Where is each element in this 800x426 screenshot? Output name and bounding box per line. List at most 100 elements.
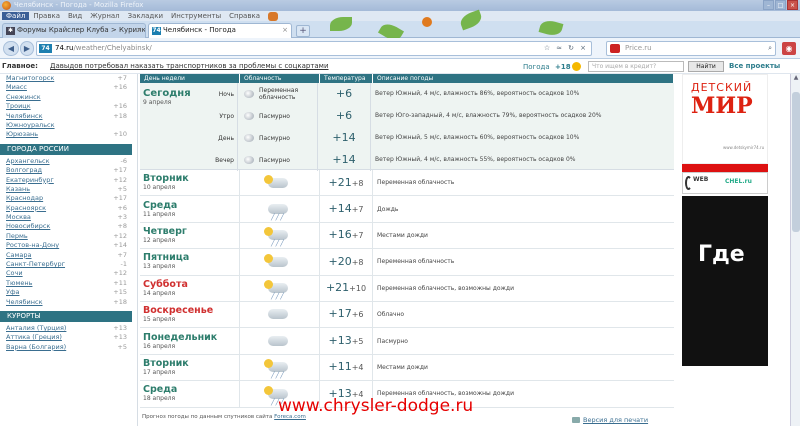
menu-file[interactable]: Файл — [2, 12, 30, 20]
city-item[interactable]: Ростов-на-Дону +14 — [0, 241, 132, 250]
city-item[interactable]: Троицк +16 — [0, 102, 132, 111]
rain-icon: ╱╱╱ — [268, 203, 288, 221]
search-engine-icon[interactable] — [610, 44, 620, 53]
scrollbar-thumb[interactable] — [792, 92, 800, 232]
city-name[interactable]: Красноярск — [6, 204, 46, 213]
city-name[interactable]: Москва — [6, 213, 31, 222]
forward-button[interactable]: ▶ — [20, 41, 34, 56]
city-item[interactable]: Пермь +12 — [0, 232, 132, 241]
city-item[interactable]: Магнитогорск +7 — [0, 74, 132, 83]
tab-weather[interactable]: 74 Челябинск - Погода × — [148, 23, 292, 38]
city-name[interactable]: Волгоград — [6, 166, 42, 175]
city-name[interactable]: Самара — [6, 251, 32, 260]
cloud-icon — [244, 156, 254, 164]
search-icon[interactable]: ⌕ — [768, 42, 772, 55]
menu-help[interactable]: Справка — [225, 12, 264, 20]
city-item[interactable]: Миасс +16 — [0, 83, 132, 92]
site-search-input[interactable]: Что ищем в кредит? — [588, 61, 684, 72]
city-item[interactable]: Санкт-Петербург -1 — [0, 260, 132, 269]
city-name[interactable]: Сочи — [6, 269, 23, 278]
city-name[interactable]: Казань — [6, 185, 30, 194]
city-item[interactable]: Челябинск +18 — [0, 112, 132, 121]
black-banner[interactable]: Где — [682, 196, 768, 366]
tab-close-icon[interactable]: × — [282, 24, 288, 37]
city-item[interactable]: Уфа +15 — [0, 288, 132, 297]
city-item[interactable]: Снежинск — [0, 93, 132, 102]
url-bar[interactable]: 74 74.ru/weather/Chelyabinsk/ ☆ ≈ ↻ × — [36, 41, 592, 56]
news-headline-link[interactable]: Давыдов потребовал наказать транспортник… — [50, 59, 329, 74]
find-button[interactable]: Найти — [688, 61, 724, 72]
city-item[interactable]: Юрюзань +10 — [0, 130, 132, 139]
city-name[interactable]: Новосибирск — [6, 222, 50, 231]
print-version-link[interactable]: Версия для печати — [583, 416, 648, 424]
day-name: Воскресенье — [143, 305, 214, 317]
city-name[interactable]: Екатеринбург — [6, 176, 54, 185]
city-item[interactable]: Москва +3 — [0, 213, 132, 222]
menu-bookmarks[interactable]: Закладки — [124, 12, 167, 20]
city-item[interactable]: Челябинск +18 — [0, 298, 132, 307]
city-item[interactable]: Варна (Болгария) +5 — [0, 343, 132, 352]
new-tab-button[interactable]: + — [296, 25, 310, 37]
bookmark-star-icon[interactable]: ☆ — [542, 43, 552, 54]
city-name[interactable]: Троицк — [6, 102, 31, 111]
today-part-row: Вечер Пасмурно +14 Ветер Южный, 4 м/с, влаж… — [140, 149, 674, 171]
city-name[interactable]: Ростов-на-Дону — [6, 241, 59, 250]
city-name[interactable]: Варна (Болгария) — [6, 343, 66, 352]
city-item[interactable]: Красноярск +6 — [0, 204, 132, 213]
city-item[interactable]: Южноуральск — [0, 121, 132, 130]
close-window-button[interactable]: × — [787, 0, 798, 10]
city-name[interactable]: Снежинск — [6, 93, 41, 102]
city-item[interactable]: Казань +5 — [0, 185, 132, 194]
menu-history[interactable]: Журнал — [86, 12, 123, 20]
menu-tools[interactable]: Инструменты — [167, 12, 225, 20]
back-button[interactable]: ◀ — [3, 41, 19, 56]
city-name[interactable]: Краснодар — [6, 194, 43, 203]
city-name[interactable]: Магнитогорск — [6, 74, 54, 83]
city-item[interactable]: Сочи +12 — [0, 269, 132, 278]
city-name[interactable]: Южноуральск — [6, 121, 55, 130]
all-projects-link[interactable]: Все проекты — [729, 59, 780, 74]
city-item[interactable]: Тюмень +11 — [0, 279, 132, 288]
webchel-banner[interactable]: WEB CHEL.ru — [682, 172, 768, 194]
city-name[interactable]: Пермь — [6, 232, 28, 241]
city-name[interactable]: Челябинск — [6, 112, 43, 121]
day-desc: Местами дожди — [377, 363, 428, 371]
city-name[interactable]: Анталия (Турция) — [6, 324, 66, 333]
city-name[interactable]: Челябинск — [6, 298, 43, 307]
reload-icon[interactable]: ↻ — [566, 43, 576, 54]
weather-link[interactable]: Погода — [523, 60, 550, 75]
city-name[interactable]: Тюмень — [6, 279, 32, 288]
tab-close-icon[interactable]: × — [136, 24, 142, 37]
city-item[interactable]: Анталия (Турция) +13 — [0, 324, 132, 333]
city-name[interactable]: Уфа — [6, 288, 20, 297]
detsky-mir-banner[interactable]: ДЕТСКИЙ МИР www.detskymir74.ru — [682, 74, 768, 164]
owl-icon — [268, 12, 278, 21]
menu-view[interactable]: Вид — [64, 12, 86, 20]
maximize-button[interactable]: □ — [775, 0, 786, 10]
city-item[interactable]: Краснодар +17 — [0, 194, 132, 203]
feed-icon[interactable]: ≈ — [554, 43, 564, 54]
city-name[interactable]: Аттика (Греция) — [6, 333, 62, 342]
menu-edit[interactable]: Правка — [29, 12, 64, 20]
search-box[interactable]: Price.ru ⌕ — [606, 41, 776, 56]
tab-forum[interactable]: ✱ Форумы Крайслер Клуба > Курилка × — [2, 23, 146, 38]
city-item[interactable]: Волгоград +17 — [0, 166, 132, 175]
city-temp: +18 — [113, 297, 127, 306]
city-item[interactable]: Архангельск -6 — [0, 157, 132, 166]
page-scrollbar[interactable]: ▲ — [790, 74, 800, 426]
city-item[interactable]: Новосибирск +8 — [0, 222, 132, 231]
day-date: 17 апреля — [143, 368, 176, 376]
cloudy-icon — [268, 309, 288, 320]
city-item[interactable]: Самара +7 — [0, 251, 132, 260]
city-name[interactable]: Миасс — [6, 83, 27, 92]
addon-icon[interactable]: ◉ — [782, 42, 796, 55]
minimize-button[interactable]: – — [763, 0, 774, 10]
stop-icon[interactable]: × — [578, 43, 588, 54]
city-name[interactable]: Санкт-Петербург — [6, 260, 65, 269]
city-item[interactable]: Аттика (Греция) +13 — [0, 333, 132, 342]
city-name[interactable]: Юрюзань — [6, 130, 38, 139]
city-name[interactable]: Архангельск — [6, 157, 50, 166]
day-name: Среда — [143, 199, 178, 211]
scroll-up-icon[interactable]: ▲ — [792, 74, 800, 84]
city-item[interactable]: Екатеринбург +12 — [0, 176, 132, 185]
